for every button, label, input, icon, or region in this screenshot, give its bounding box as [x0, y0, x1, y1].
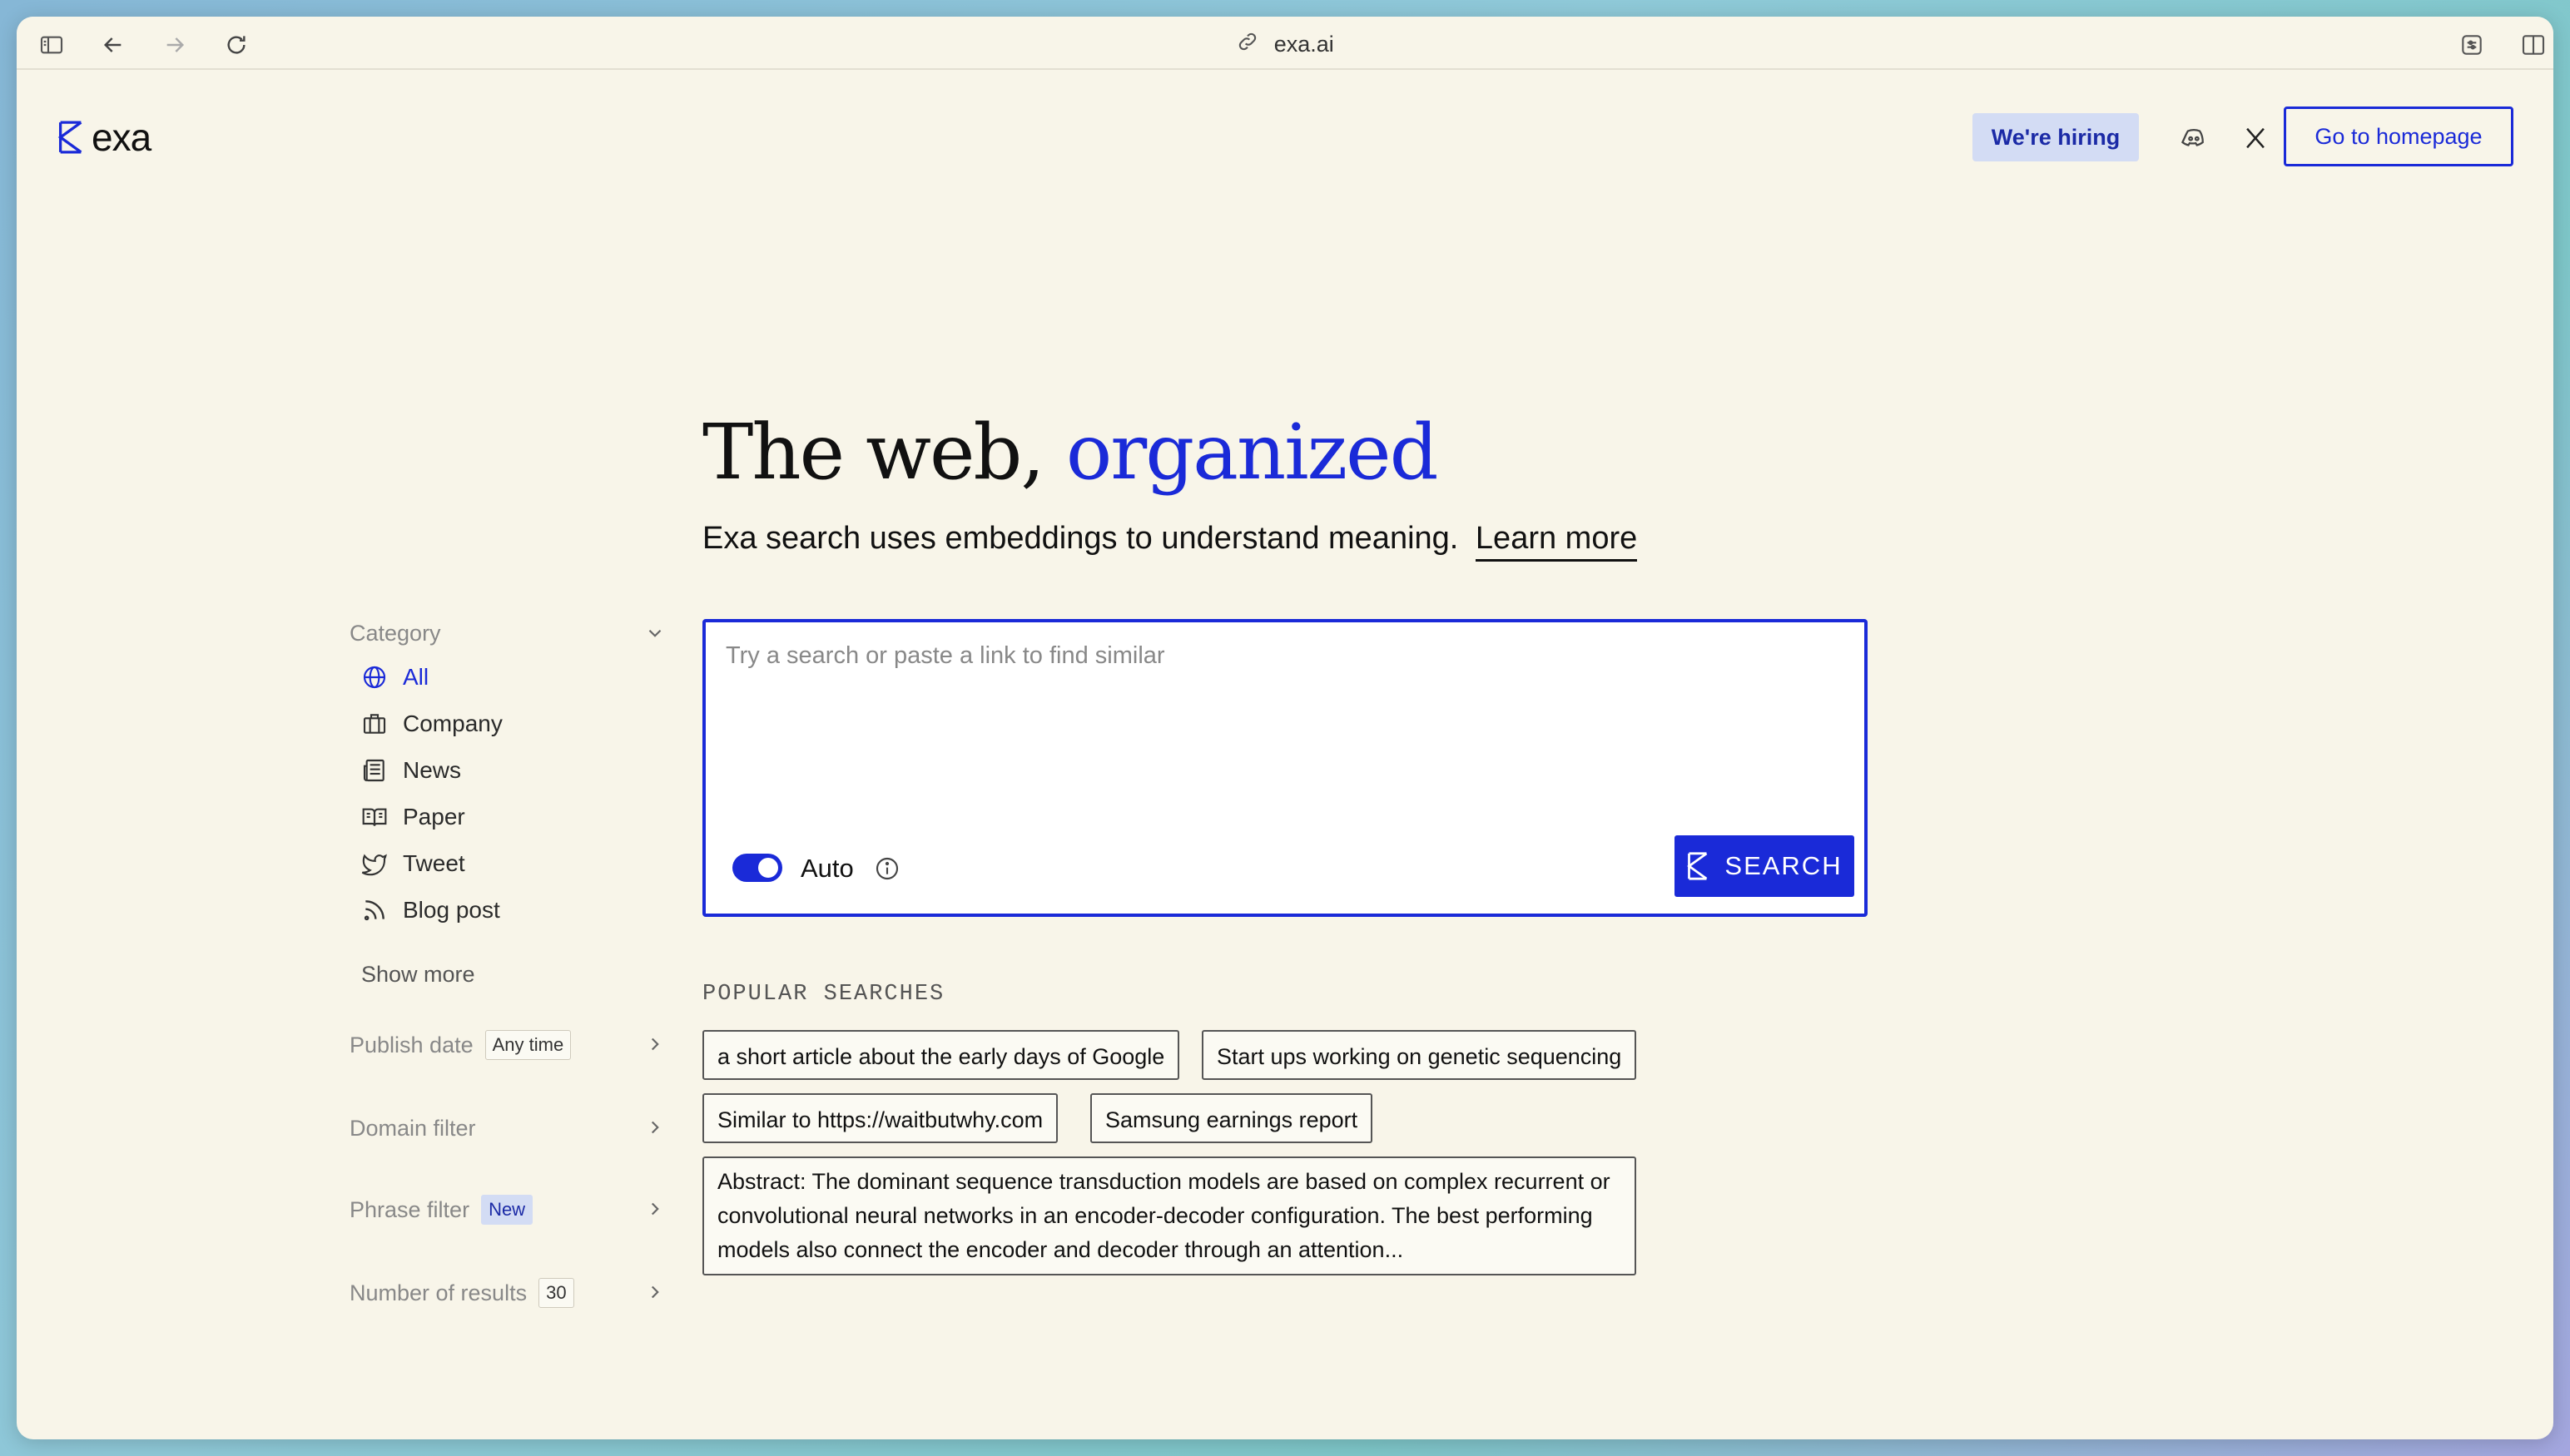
learn-more-link[interactable]: Learn more — [1475, 521, 1638, 562]
category-label-blog-post: Blog post — [403, 897, 500, 923]
browser-toolbar: exa.ai — [17, 17, 2553, 70]
category-label-tweet: Tweet — [403, 850, 465, 876]
url-text: exa.ai — [1273, 32, 1334, 57]
toggle-knob — [758, 858, 778, 878]
discord-icon[interactable] — [2174, 118, 2214, 158]
category-header[interactable]: Category — [350, 621, 666, 646]
auto-toggle[interactable] — [732, 854, 782, 882]
category-label-paper: Paper — [403, 804, 465, 830]
search-button-label: SEARCH — [1724, 851, 1843, 880]
publish-date-label: Publish date — [350, 1032, 474, 1057]
publish-date-filter[interactable]: Publish date Any time — [350, 1027, 666, 1063]
browser-window: exa.ai exa We're hiring Go to homepage T… — [17, 17, 2553, 1439]
twitter-icon — [361, 854, 387, 876]
subtitle-text: Exa search uses embeddings to understand… — [702, 521, 1459, 556]
x-twitter-icon[interactable] — [2235, 118, 2275, 158]
newspaper-icon — [363, 759, 385, 782]
link-icon — [1236, 30, 1259, 59]
show-more-link[interactable]: Show more — [361, 962, 475, 988]
popular-search-chip[interactable]: a short article about the early days of … — [702, 1030, 1180, 1080]
exa-logo[interactable]: exa — [57, 115, 151, 160]
category-news[interactable]: News — [361, 757, 461, 784]
info-icon[interactable] — [872, 854, 902, 884]
chevron-down-icon — [644, 622, 666, 650]
brand-name: exa — [92, 116, 151, 159]
exa-logo-icon — [57, 121, 82, 154]
page-title: The web, organized — [702, 408, 1439, 497]
chevron-right-icon — [644, 1198, 666, 1226]
category-company[interactable]: Company — [361, 711, 503, 737]
domain-filter-label: Domain filter — [350, 1115, 476, 1141]
category-blog-post[interactable]: Blog post — [361, 897, 500, 924]
number-of-results-badge: 30 — [538, 1278, 574, 1308]
globe-icon — [363, 666, 386, 689]
search-input[interactable] — [726, 642, 1841, 809]
auto-label: Auto — [801, 854, 854, 883]
page-subtitle: Exa search uses embeddings to understand… — [702, 521, 1638, 562]
title-accent: organized — [1065, 408, 1439, 497]
number-of-results-label: Number of results — [350, 1280, 528, 1305]
hiring-button[interactable]: We're hiring — [1972, 113, 2139, 161]
category-label-news: News — [403, 757, 462, 783]
number-of-results-filter[interactable]: Number of results 30 — [350, 1275, 666, 1311]
go-to-homepage-button[interactable]: Go to homepage — [2284, 106, 2513, 166]
category-paper[interactable]: Paper — [361, 804, 465, 830]
publish-date-badge: Any time — [484, 1030, 572, 1060]
extensions-icon[interactable] — [2457, 30, 2487, 60]
chevron-right-icon — [644, 1033, 666, 1061]
category-label-company: Company — [403, 711, 503, 736]
chevron-right-icon — [644, 1281, 666, 1309]
address-bar[interactable]: exa.ai — [17, 30, 2553, 59]
category-all[interactable]: All — [361, 664, 429, 691]
category-tweet[interactable]: Tweet — [361, 850, 465, 877]
domain-filter[interactable]: Domain filter — [350, 1110, 666, 1146]
category-label: Category — [350, 621, 441, 646]
popular-search-chip[interactable]: Start ups working on genetic sequencing — [1202, 1030, 1637, 1080]
title-plain: The web, — [702, 408, 1045, 497]
split-view-icon[interactable] — [2518, 30, 2548, 60]
exa-logo-icon — [1687, 852, 1708, 880]
popular-searches-title: POPULAR SEARCHES — [702, 982, 945, 1007]
rss-icon — [364, 900, 385, 921]
popular-search-chip[interactable]: Similar to https://waitbutwhy.com — [702, 1093, 1059, 1143]
search-button[interactable]: SEARCH — [1674, 835, 1854, 897]
popular-search-chip[interactable]: Abstract: The dominant sequence transduc… — [702, 1156, 1636, 1275]
popular-search-chip[interactable]: Samsung earnings report — [1090, 1093, 1373, 1143]
chevron-right-icon — [644, 1117, 666, 1144]
phrase-filter[interactable]: Phrase filter New — [350, 1191, 666, 1228]
new-badge: New — [481, 1195, 533, 1225]
book-icon — [362, 808, 387, 826]
phrase-filter-label: Phrase filter — [350, 1196, 470, 1222]
search-box: Auto SEARCH — [702, 619, 1868, 917]
briefcase-icon — [363, 714, 386, 734]
category-label-all: All — [403, 664, 429, 690]
